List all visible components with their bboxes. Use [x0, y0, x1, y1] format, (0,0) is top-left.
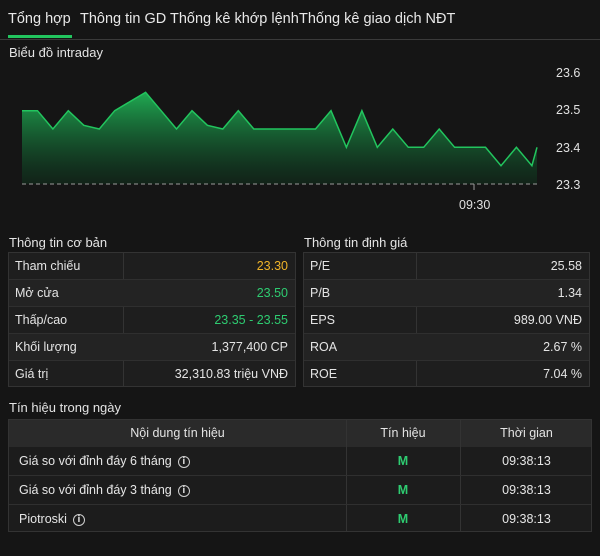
active-tab-indicator — [8, 35, 72, 38]
table-row: ROE 7.04 % — [304, 361, 589, 387]
signal-content-text: Giá so với đỉnh đáy 6 tháng — [19, 454, 172, 468]
signal-time: 09:38:13 — [502, 512, 551, 526]
info-circle-icon[interactable]: i — [177, 455, 190, 468]
y-tick-label: 23.4 — [556, 141, 581, 155]
signal-row: Giá so với đỉnh đáy 3 tháng i M 09:38:13 — [9, 476, 591, 504]
row-label: Thấp/cao — [15, 313, 68, 327]
signal-time: 09:38:13 — [502, 454, 551, 468]
signal-value: M — [397, 454, 409, 468]
row-label: ROA — [310, 340, 338, 354]
tab-bar: Tổng hợp Thông tin GD Thống kê khớp lệnh… — [0, 0, 600, 40]
info-circle-icon[interactable]: i — [177, 484, 190, 497]
open-price-value: 23.50 — [256, 286, 288, 300]
signal-time: 09:38:13 — [502, 483, 551, 497]
intraday-chart-svg — [22, 91, 538, 190]
eps-value: 989.00 VNĐ — [513, 313, 582, 327]
row-label: ROE — [310, 367, 338, 381]
tab-thong-tin-gd[interactable]: Thông tin GD — [80, 11, 166, 27]
row-label: P/B — [310, 286, 331, 300]
row-label: P/E — [310, 259, 331, 273]
roe-value: 7.04 % — [543, 367, 582, 381]
signal-row: Giá so với đỉnh đáy 6 tháng i M 09:38:13 — [9, 447, 591, 475]
valuation-title: Thông tin định giá — [304, 235, 408, 250]
row-label: Giá trị — [15, 367, 49, 381]
intraday-chart: 23.6 23.5 23.4 23.3 09:30 — [0, 62, 600, 222]
signal-value: M — [397, 483, 409, 497]
signal-content-text: Piotroski — [19, 512, 67, 526]
row-label: EPS — [310, 313, 336, 327]
chart-title: Biểu đồ intraday — [9, 45, 103, 60]
signal-content-text: Giá so với đỉnh đáy 3 tháng — [19, 483, 172, 497]
tab-thong-ke-giao-dich-ndt[interactable]: Thống kê giao dịch NĐT — [299, 11, 455, 27]
reference-price-value: 23.30 — [256, 259, 288, 273]
table-row: Tham chiếu 23.30 — [9, 253, 295, 279]
table-row: Mở cửa 23.50 — [9, 280, 295, 306]
table-row: Giá trị 32,310.83 triệu VNĐ — [9, 361, 295, 387]
signal-row: Piotroski i M 09:38:13 — [9, 505, 591, 533]
valuation-table: P/E 25.58 P/B 1.34 EPS 989.00 VNĐ ROA 2.… — [303, 252, 590, 387]
basic-info-table: Tham chiếu 23.30 Mở cửa 23.50 Thấp/cao 2… — [8, 252, 296, 387]
header-time: Thời gian — [500, 426, 553, 440]
header-signal: Tín hiệu — [380, 426, 426, 440]
pb-value: 1.34 — [557, 286, 582, 300]
price-area — [22, 92, 537, 184]
signals-title: Tín hiệu trong ngày — [9, 400, 122, 415]
signal-value: M — [397, 512, 409, 526]
header-content: Nội dung tín hiệu — [130, 426, 225, 440]
y-tick-label: 23.5 — [556, 103, 581, 117]
trade-value-value: 32,310.83 triệu VNĐ — [174, 367, 288, 381]
row-label: Mở cửa — [15, 286, 59, 300]
table-row: EPS 989.00 VNĐ — [304, 307, 589, 333]
table-row: ROA 2.67 % — [304, 334, 589, 360]
signals-header-row: Nội dung tín hiệu Tín hiệu Thời gian — [9, 420, 591, 447]
tab-tong-hop[interactable]: Tổng hợp — [8, 11, 71, 27]
table-row: P/E 25.58 — [304, 253, 589, 279]
low-high-value: 23.35 - 23.55 — [214, 313, 288, 327]
x-tick-label: 09:30 — [459, 198, 491, 212]
row-label: Khối lượng — [15, 340, 77, 354]
table-row: P/B 1.34 — [304, 280, 589, 306]
y-tick-label: 23.3 — [556, 178, 581, 192]
table-row: Thấp/cao 23.35 - 23.55 — [9, 307, 295, 333]
signal-content: Piotroski i — [19, 505, 85, 533]
table-row: Khối lượng 1,377,400 CP — [9, 334, 295, 360]
info-circle-icon[interactable]: i — [72, 513, 85, 526]
signals-table: Nội dung tín hiệu Tín hiệu Thời gian Giá… — [8, 419, 592, 532]
y-tick-label: 23.6 — [556, 66, 581, 80]
signal-content: Giá so với đỉnh đáy 6 tháng i — [19, 447, 190, 475]
signal-content: Giá so với đỉnh đáy 3 tháng i — [19, 476, 190, 504]
row-label: Tham chiếu — [15, 259, 81, 273]
roa-value: 2.67 % — [543, 340, 582, 354]
basic-info-title: Thông tin cơ bản — [9, 235, 108, 250]
pe-value: 25.58 — [550, 259, 582, 273]
volume-value: 1,377,400 CP — [211, 340, 288, 354]
tab-thong-ke-khop-lenh[interactable]: Thống kê khớp lệnh — [170, 11, 299, 27]
